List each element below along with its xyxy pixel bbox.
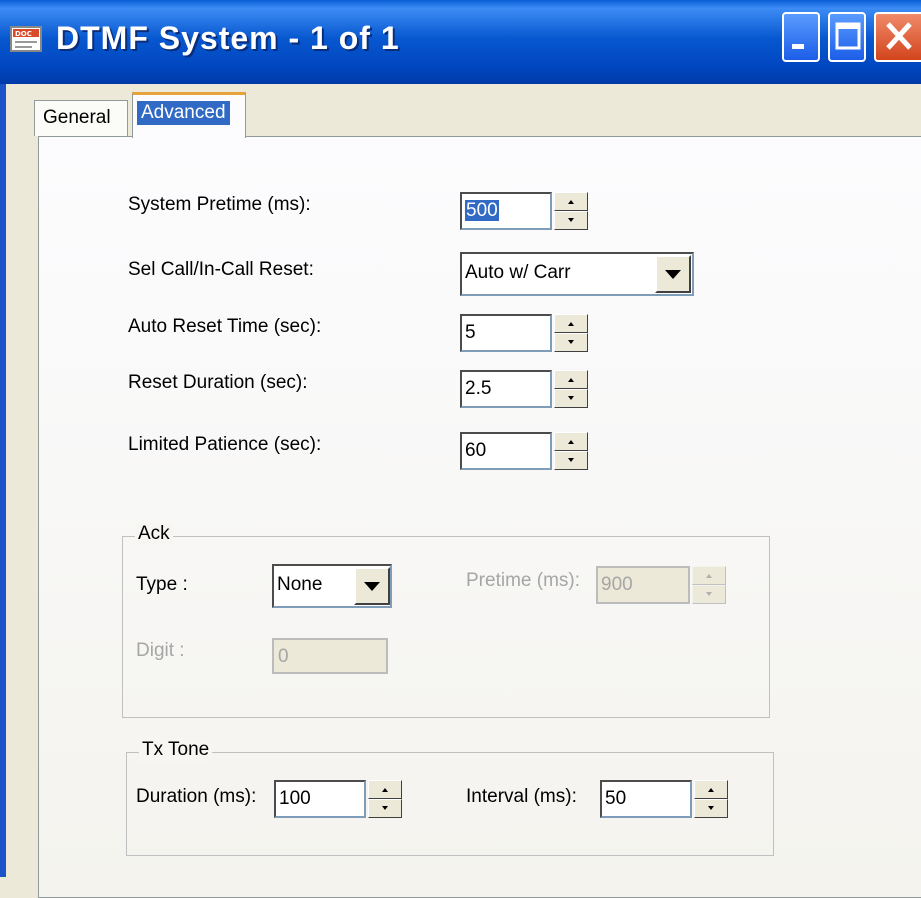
limited-patience-down-button[interactable] <box>554 451 588 470</box>
spin-down-icon <box>568 218 574 222</box>
close-icon <box>886 22 912 50</box>
ack-digit-label: Digit : <box>136 640 185 661</box>
tx-interval-label: Interval (ms): <box>466 786 577 807</box>
spin-up-icon <box>382 788 388 792</box>
ack-group-legend: Ack <box>135 523 173 545</box>
tx-duration-input[interactable]: 100 <box>274 780 366 818</box>
system-pretime-up-button[interactable] <box>554 192 588 211</box>
spin-down-icon <box>382 806 388 810</box>
tx-interval-down-button[interactable] <box>694 799 728 818</box>
reset-duration-label: Reset Duration (sec): <box>128 372 308 393</box>
limited-patience-input[interactable]: 60 <box>460 432 552 470</box>
spin-up-icon <box>708 788 714 792</box>
chevron-down-icon <box>364 582 380 591</box>
tx-tone-group-legend: Tx Tone <box>139 739 213 761</box>
auto-reset-time-input[interactable]: 5 <box>460 314 552 352</box>
system-pretime-down-button[interactable] <box>554 211 588 230</box>
spin-down-icon <box>706 592 712 596</box>
spin-up-icon <box>568 440 574 444</box>
auto-reset-time-up-button[interactable] <box>554 314 588 333</box>
limited-patience-up-button[interactable] <box>554 432 588 451</box>
sel-call-reset-label: Sel Call/In-Call Reset: <box>128 259 314 280</box>
ack-pretime-up-button[interactable] <box>692 566 726 585</box>
ack-pretime-input[interactable]: 900 <box>596 566 690 604</box>
ack-type-dropdown-button[interactable] <box>354 567 390 605</box>
tx-duration-up-button[interactable] <box>368 780 402 799</box>
maximize-icon <box>835 22 861 50</box>
minimize-button[interactable] <box>782 12 820 62</box>
spin-down-icon <box>708 806 714 810</box>
reset-duration-input[interactable]: 2.5 <box>460 370 552 408</box>
limited-patience-label: Limited Patience (sec): <box>128 434 322 455</box>
reset-duration-down-button[interactable] <box>554 389 588 408</box>
window-title: DTMF System - 1 of 1 <box>56 20 400 56</box>
ack-pretime-down-button[interactable] <box>692 585 726 604</box>
sel-call-reset-dropdown-button[interactable] <box>655 255 691 293</box>
reset-duration-up-button[interactable] <box>554 370 588 389</box>
system-pretime-input[interactable]: 500 <box>460 192 552 230</box>
minimize-icon <box>792 44 804 49</box>
ack-digit-input[interactable]: 0 <box>272 638 388 674</box>
auto-reset-time-down-button[interactable] <box>554 333 588 352</box>
dtmf-system-window: DOC DTMF System - 1 of 1 General Advance… <box>0 0 921 898</box>
ack-pretime-label: Pretime (ms): <box>466 570 580 591</box>
system-pretime-value: 500 <box>465 200 499 221</box>
tab-advanced-label: Advanced <box>137 101 230 125</box>
spin-up-icon <box>568 200 574 204</box>
system-pretime-label: System Pretime (ms): <box>128 194 311 215</box>
close-button[interactable] <box>874 12 921 62</box>
tab-advanced[interactable]: Advanced <box>132 92 246 138</box>
ack-group: Ack <box>122 523 770 718</box>
app-icon-text: DOC <box>15 30 32 38</box>
tab-general-label: General <box>43 107 111 128</box>
chevron-down-icon <box>665 270 681 279</box>
tab-general[interactable]: General <box>34 100 128 136</box>
spin-down-icon <box>568 396 574 400</box>
tx-interval-input[interactable]: 50 <box>600 780 692 818</box>
tx-interval-up-button[interactable] <box>694 780 728 799</box>
spin-down-icon <box>568 340 574 344</box>
tx-duration-label: Duration (ms): <box>136 786 257 807</box>
window-frame <box>0 84 6 877</box>
maximize-button[interactable] <box>828 12 866 62</box>
app-icon: DOC <box>10 26 42 52</box>
spin-down-icon <box>568 458 574 462</box>
title-bar[interactable]: DOC DTMF System - 1 of 1 <box>0 0 921 84</box>
auto-reset-time-label: Auto Reset Time (sec): <box>128 316 322 337</box>
tx-duration-down-button[interactable] <box>368 799 402 818</box>
spin-up-icon <box>568 322 574 326</box>
spin-up-icon <box>706 574 712 578</box>
spin-up-icon <box>568 378 574 382</box>
ack-type-label: Type : <box>136 574 188 595</box>
